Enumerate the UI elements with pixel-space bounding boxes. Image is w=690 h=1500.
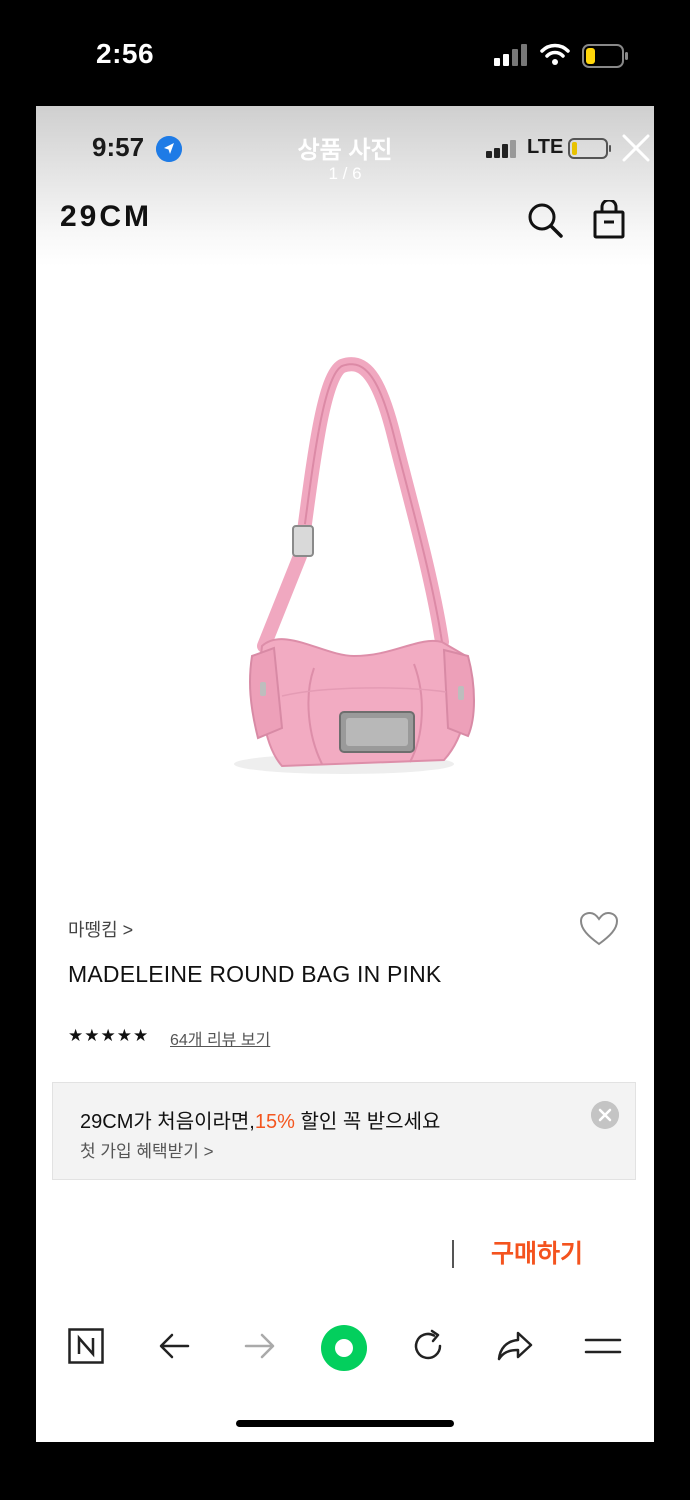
back-arrow-icon[interactable] [156, 1328, 192, 1364]
promo-close-icon[interactable] [591, 1101, 619, 1129]
promo-text-before: 29CM가 처음이라면, [80, 1111, 255, 1133]
browser-toolbar [36, 1308, 654, 1442]
promo-banner[interactable]: 29CM가 처음이라면,15% 할인 꼭 받으세요 첫 가입 혜택받기 > [52, 1082, 636, 1180]
buy-button[interactable]: 구매하기 [491, 1234, 583, 1270]
rating-stars: ★★★★★ [68, 1026, 150, 1045]
promo-text: 29CM가 처음이라면,15% 할인 꼭 받으세요 [80, 1105, 440, 1134]
status-time: 2:56 [96, 38, 155, 69]
network-label: LTE [527, 136, 564, 158]
like-heart-icon[interactable] [76, 1236, 112, 1268]
brand-link[interactable]: 마뗑킴 > [68, 916, 133, 942]
close-icon[interactable] [620, 132, 652, 164]
wishlist-heart-icon[interactable] [578, 910, 620, 948]
forward-arrow-icon[interactable] [242, 1328, 278, 1364]
gift-button[interactable]: 선물하기 [316, 1234, 408, 1270]
product-name: MADELEINE ROUND BAG IN PINK [68, 961, 442, 987]
inner-signal-icon [486, 140, 516, 158]
green-circle-icon[interactable] [320, 1324, 368, 1372]
shopping-bag-icon[interactable] [592, 200, 626, 240]
review-link[interactable]: 64개 리뷰 보기 [170, 1026, 270, 1050]
battery-low-icon [582, 44, 628, 68]
action-divider [452, 1240, 454, 1268]
share-arrow-icon[interactable] [496, 1328, 534, 1364]
promo-discount: 15% [254, 1111, 295, 1133]
cellular-signal-icon [494, 44, 527, 66]
product-image[interactable] [204, 356, 484, 796]
share-icon[interactable] [152, 1234, 188, 1272]
menu-icon[interactable] [584, 1328, 622, 1364]
inner-battery-icon [568, 138, 611, 159]
signup-benefit-link[interactable]: 첫 가입 혜택받기 > [80, 1137, 214, 1162]
promo-text-after: 할인 꼭 받으세요 [294, 1111, 441, 1133]
naver-n-icon[interactable] [68, 1328, 104, 1364]
photo-counter: 1 / 6 [328, 164, 362, 183]
refresh-icon[interactable] [410, 1328, 446, 1364]
brand-logo[interactable]: 29CM [60, 200, 152, 234]
home-indicator [236, 1420, 454, 1427]
search-icon[interactable] [526, 201, 564, 239]
wifi-icon [540, 43, 570, 65]
